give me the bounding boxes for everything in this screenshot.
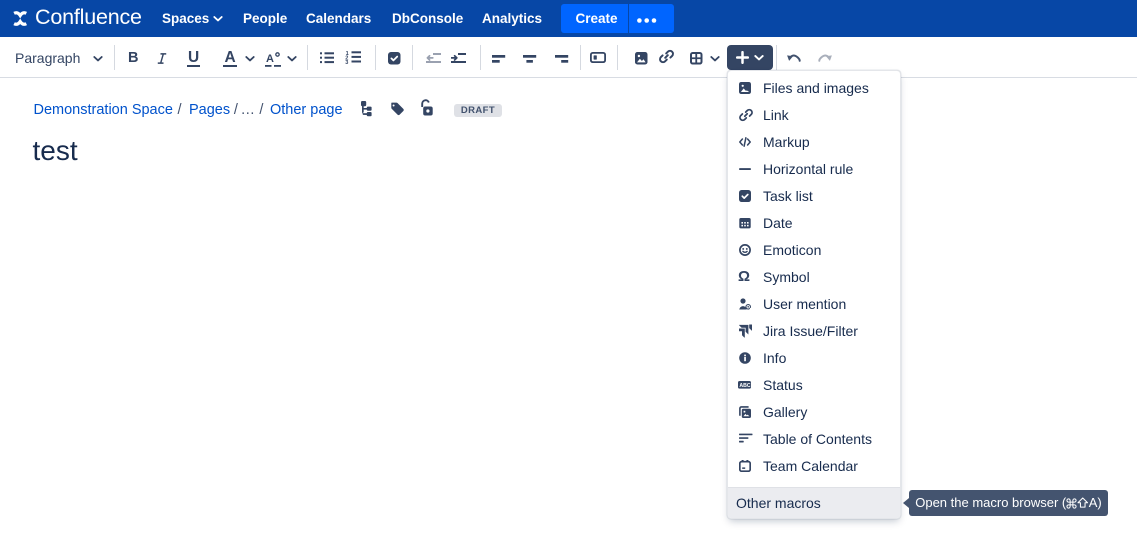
svg-text:3: 3 xyxy=(345,60,348,64)
svg-text:ABC: ABC xyxy=(739,383,750,389)
